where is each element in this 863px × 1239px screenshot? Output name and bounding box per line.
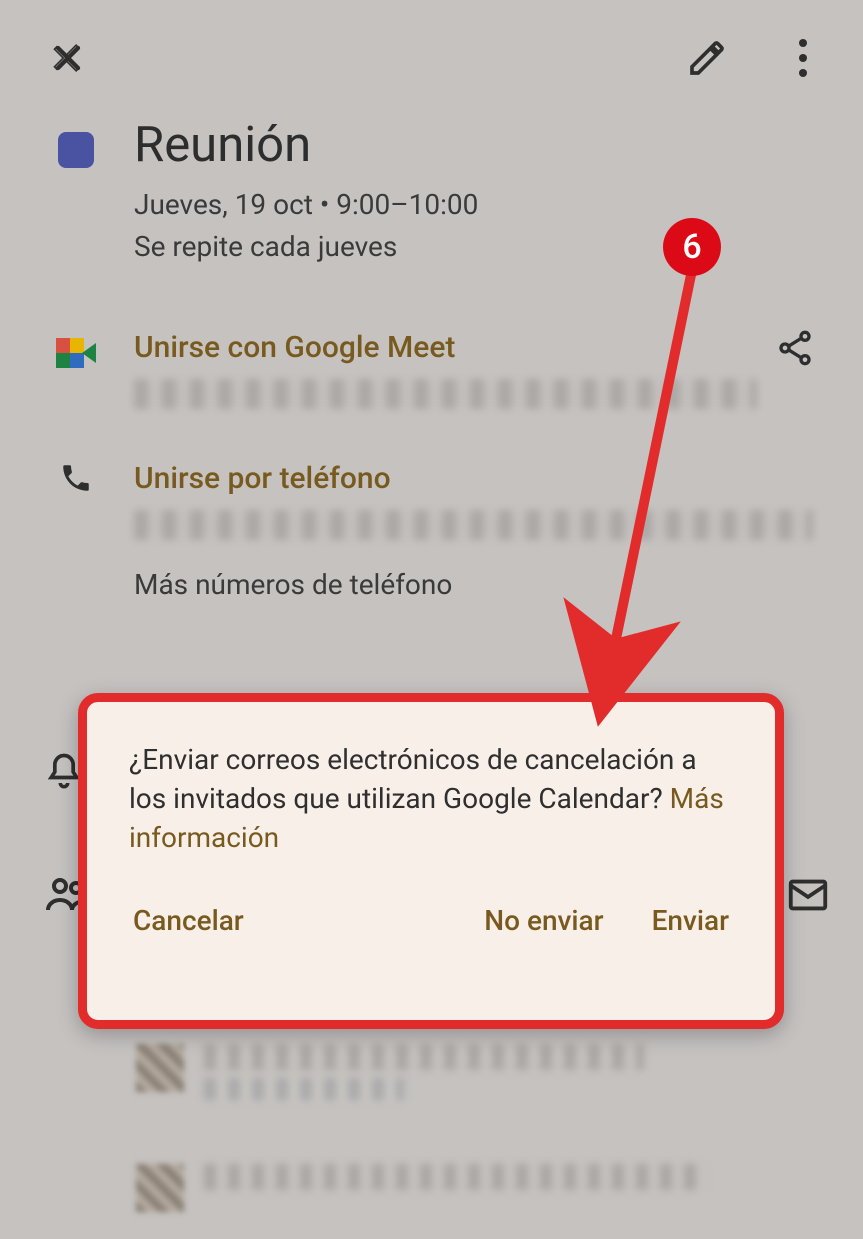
cancellation-dialog: ¿Enviar correos electrónicos de cancelac… — [78, 693, 784, 1029]
top-bar — [0, 0, 863, 88]
guest-entry-redacted — [136, 1044, 644, 1100]
meet-section: Unirse con Google Meet — [0, 328, 863, 419]
event-title: Reunión — [134, 118, 813, 172]
phone-icon — [59, 461, 93, 495]
phone-number-redacted — [134, 510, 813, 540]
meet-url-redacted — [134, 379, 757, 409]
pencil-icon — [687, 38, 727, 78]
send-button[interactable]: Enviar — [652, 904, 729, 937]
more-vert-icon — [799, 39, 807, 77]
dialog-message: ¿Enviar correos electrónicos de cancelac… — [129, 740, 733, 858]
email-guests-button[interactable] — [785, 872, 831, 922]
share-icon — [775, 328, 815, 368]
google-meet-icon — [56, 338, 96, 368]
join-meet-link[interactable]: Unirse con Google Meet — [134, 328, 757, 367]
calendar-color-badge — [58, 132, 94, 168]
mail-icon — [785, 872, 831, 918]
close-button[interactable] — [48, 38, 88, 78]
more-menu-button[interactable] — [783, 38, 823, 78]
event-header: Reunión Jueves, 19 oct • 9:00–10:00 Se r… — [0, 118, 863, 268]
event-datetime: Jueves, 19 oct • 9:00–10:00 — [134, 184, 813, 226]
more-phones-link[interactable]: Más números de teléfono — [134, 568, 813, 601]
close-icon — [48, 38, 88, 78]
guest-entry-redacted — [136, 1164, 704, 1212]
cancel-button[interactable]: Cancelar — [133, 904, 244, 937]
callout-step-badge: 6 — [663, 218, 721, 276]
share-button[interactable] — [775, 328, 815, 368]
dont-send-button[interactable]: No enviar — [484, 904, 603, 937]
join-phone-link[interactable]: Unirse por teléfono — [134, 459, 813, 498]
phone-section: Unirse por teléfono Más números de teléf… — [0, 459, 863, 601]
edit-button[interactable] — [687, 38, 727, 78]
